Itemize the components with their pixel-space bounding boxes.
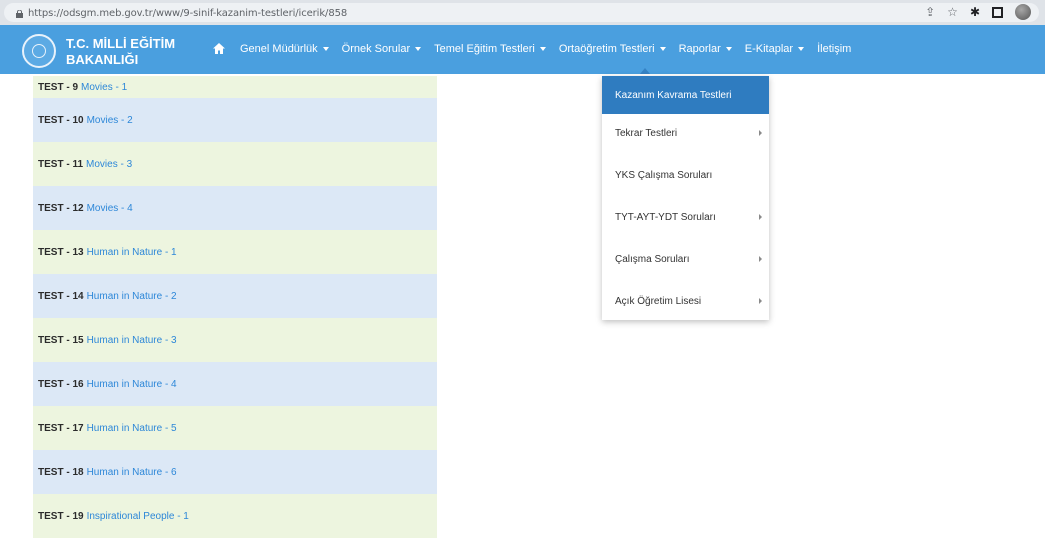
url-text[interactable]: https://odsgm.meb.gov.tr/www/9-sinif-kaz… [28,8,347,19]
dropdown-item-label: YKS Çalışma Soruları [615,169,713,181]
bookmark-star-icon[interactable]: ☆ [947,4,958,20]
nav-item-3[interactable]: Ortaöğretim Testleri [559,43,666,55]
submenu-arrow-icon [759,298,762,304]
test-number: TEST - 19 [38,510,84,522]
extensions-icon[interactable]: ✱ [970,4,980,20]
caret-down-icon [725,46,732,51]
test-number: TEST - 18 [38,466,84,478]
submenu-arrow-icon [759,130,762,136]
test-number: TEST - 12 [38,202,84,214]
nav-item-label: Ortaöğretim Testleri [558,42,655,55]
dropdown-item-1[interactable]: Tekrar Testleri [602,114,769,152]
test-row: TEST - 9 Movies - 1 [33,76,437,98]
dropdown-item-label: Tekrar Testleri [615,127,678,139]
test-row: TEST - 14 Human in Nature - 2 [33,274,437,318]
dropdown-item-3[interactable]: TYT-AYT-YDT Soruları [602,198,769,236]
home-icon[interactable] [212,42,226,55]
nav-item-1[interactable]: Örnek Sorular [341,42,422,55]
nav-item-4[interactable]: Raporlar [679,43,732,55]
test-number: TEST - 11 [38,158,84,170]
test-link[interactable]: Inspirational People - 1 [87,511,189,522]
share-icon[interactable]: ⇪ [925,4,935,20]
submenu-arrow-icon [759,256,762,262]
test-link[interactable]: Human in Nature - 6 [87,467,177,478]
url-field[interactable]: https://odsgm.meb.gov.tr/www/9-sinif-kaz… [4,3,1039,22]
nav-item-label: Temel Eğitim Testleri [434,42,535,55]
test-link[interactable]: Movies - 2 [87,115,133,126]
test-row: TEST - 17 Human in Nature - 5 [33,406,437,450]
test-number: TEST - 15 [38,334,84,346]
test-list: TEST - 9 Movies - 1 TEST - 10 Movies - 2 TES… [33,76,437,538]
test-link[interactable]: Human in Nature - 4 [87,379,177,390]
test-row: TEST - 19 Inspirational People - 1 [33,494,437,538]
dropdown-item-label: TYT-AYT-YDT Soruları [615,211,716,223]
test-link[interactable]: Human in Nature - 5 [87,423,177,434]
test-number: TEST - 16 [38,378,84,390]
test-number: TEST - 14 [38,290,84,302]
test-number: TEST - 9 [38,81,79,93]
dropdown-item-5[interactable]: Açık Öğretim Lisesi [602,282,769,320]
brand-title[interactable]: T.C. MİLLİ EĞİTİM BAKANLIĞI [66,36,175,68]
nav-item-label: E-Kitaplar [744,42,794,55]
test-row: TEST - 10 Movies - 2 [33,98,437,142]
caret-down-icon [322,46,329,51]
test-link[interactable]: Human in Nature - 1 [87,247,177,258]
dropdown-item-label: Kazanım Kavrama Testleri [615,89,732,101]
nav-item-label: İletişim [817,42,852,55]
browser-address-bar: https://odsgm.meb.gov.tr/www/9-sinif-kaz… [0,0,1045,25]
caret-down-icon [415,46,422,51]
brand-line-1: T.C. MİLLİ EĞİTİM [66,36,176,51]
active-menu-pointer [640,68,650,74]
test-row: TEST - 18 Human in Nature - 6 [33,450,437,494]
meb-logo[interactable] [22,34,56,68]
caret-down-icon [659,46,666,51]
submenu-arrow-icon [759,214,762,220]
test-row: TEST - 16 Human in Nature - 4 [33,362,437,406]
nav-item-0[interactable]: Genel Müdürlük [240,43,329,55]
caret-down-icon [539,46,546,51]
nav-item-label: Raporlar [678,42,721,55]
test-number: TEST - 13 [38,246,84,258]
nav-item-label: Genel Müdürlük [240,42,318,55]
dropdown-item-label: Çalışma Soruları [615,253,690,265]
test-row: TEST - 13 Human in Nature - 1 [33,230,437,274]
logo-emblem-icon [32,44,46,58]
nav-item-6[interactable]: İletişim [817,43,851,55]
profile-avatar[interactable] [1015,4,1031,20]
nav-item-label: Örnek Sorular [341,42,411,55]
test-link[interactable]: Movies - 3 [86,159,132,170]
test-link[interactable]: Movies - 1 [81,82,127,93]
test-link[interactable]: Human in Nature - 2 [87,291,177,302]
lock-icon [16,10,23,18]
nav-item-2[interactable]: Temel Eğitim Testleri [434,43,546,55]
dropdown-item-0[interactable]: Kazanım Kavrama Testleri [602,76,769,114]
sidebar-icon[interactable] [992,6,1003,18]
dropdown-item-4[interactable]: Çalışma Soruları [602,240,769,278]
dropdown-item-2[interactable]: YKS Çalışma Soruları [602,156,769,194]
test-row: TEST - 15 Human in Nature - 3 [33,318,437,362]
test-number: TEST - 10 [38,114,84,126]
nav-item-5[interactable]: E-Kitaplar [744,42,805,55]
test-link[interactable]: Human in Nature - 3 [87,335,177,346]
test-row: TEST - 11 Movies - 3 [33,142,437,186]
test-number: TEST - 17 [38,422,84,434]
test-link[interactable]: Movies - 4 [87,203,133,214]
brand-line-2: BAKANLIĞI [66,52,139,67]
site-navbar: T.C. MİLLİ EĞİTİM BAKANLIĞI Genel Müdürl… [0,25,1045,74]
nav-menu: Genel Müdürlük Örnek Sorular Temel Eğitim … [212,42,864,55]
ortaogretim-dropdown-menu: Kazanım Kavrama Testleri Tekrar Testleri Y… [602,76,769,320]
caret-down-icon [798,46,805,51]
dropdown-item-label: Açık Öğretim Lisesi [615,295,702,307]
test-row: TEST - 12 Movies - 4 [33,186,437,230]
